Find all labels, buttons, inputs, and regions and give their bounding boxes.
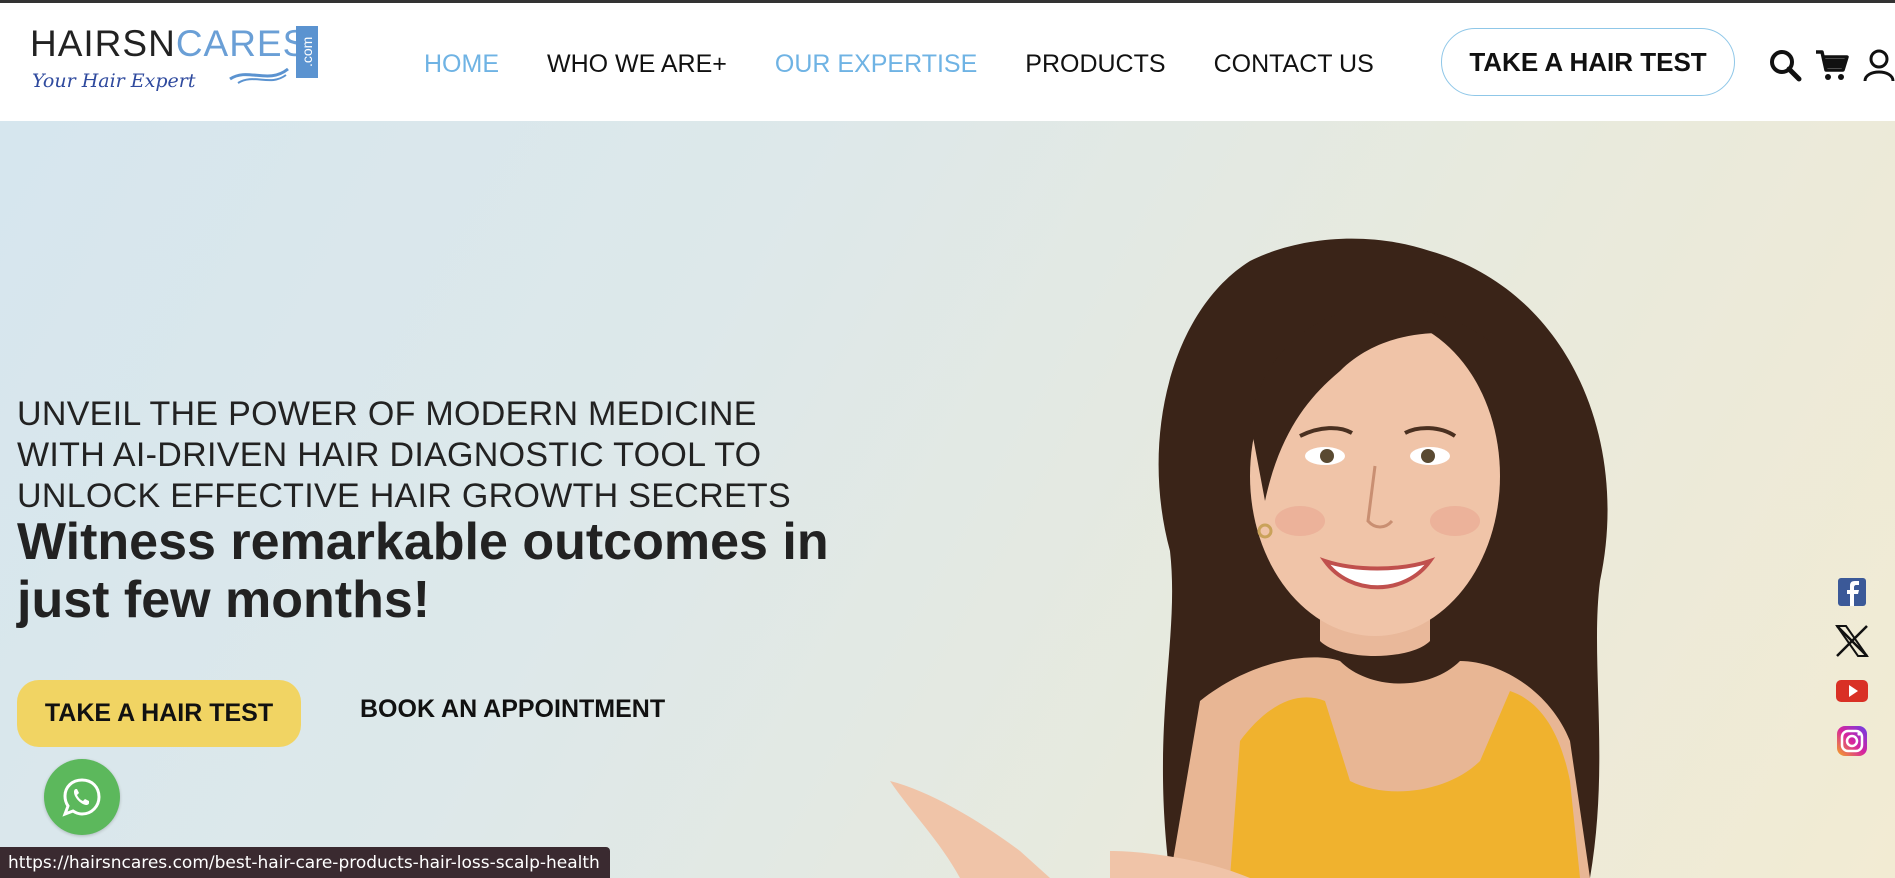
logo-com-badge: .com (296, 26, 318, 78)
facebook-icon[interactable] (1834, 574, 1870, 610)
instagram-icon[interactable] (1834, 723, 1870, 759)
hero-model-image (890, 238, 1608, 878)
browser-status-url: https://hairsncares.com/best-hair-care-p… (0, 847, 610, 878)
hero-headline: Witness remarkable outcomes in just few … (17, 513, 829, 629)
search-icon[interactable] (1767, 47, 1803, 83)
youtube-icon[interactable] (1834, 673, 1870, 709)
logo-wordmark: HAIRSNCARES (30, 23, 309, 64)
logo-tagline: Your Hair Expert (32, 70, 196, 92)
hero-kicker-text: UNVEIL THE POWER OF MODERN MEDICINE WITH… (17, 395, 791, 515)
whatsapp-chat-button[interactable] (44, 759, 120, 835)
hero-section: UNVEIL THE POWER OF MODERN MEDICINE WITH… (0, 121, 1895, 878)
nav-who-we-are[interactable]: WHO WE ARE+ (547, 50, 727, 79)
logo-swoosh-icon (229, 67, 289, 84)
hero-take-hair-test-button[interactable]: TAKE A HAIR TEST (17, 680, 301, 747)
nav-products[interactable]: PRODUCTS (1025, 50, 1165, 79)
user-icon[interactable] (1861, 47, 1895, 83)
header-take-hair-test-button[interactable]: TAKE A HAIR TEST (1441, 28, 1735, 96)
nav-home[interactable]: HOME (424, 50, 499, 79)
whatsapp-icon (62, 778, 101, 817)
x-icon[interactable] (1834, 623, 1870, 659)
book-appointment-button[interactable]: BOOK AN APPOINTMENT (360, 695, 665, 724)
site-header: HAIRSNCARES .com Your Hair Expert HOME W… (0, 3, 1895, 121)
main-nav: HOME WHO WE ARE+ OUR EXPERTISE PRODUCTS … (424, 47, 1422, 81)
nav-our-expertise[interactable]: OUR EXPERTISE (775, 50, 977, 79)
cart-icon[interactable] (1814, 47, 1850, 83)
nav-contact-us[interactable]: CONTACT US (1214, 50, 1374, 79)
site-logo[interactable]: HAIRSNCARES .com Your Hair Expert (28, 23, 320, 101)
